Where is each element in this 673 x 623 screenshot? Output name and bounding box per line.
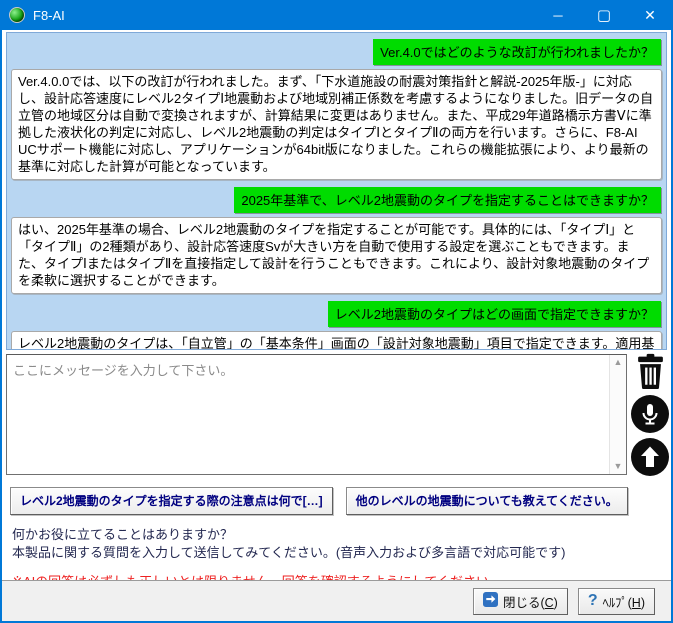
exit-arrow-icon [483,592,498,610]
help-text: 何かお役に立てることはありますか？ 本製品に関する質問を入力して送信してみてくだ… [12,526,667,562]
footer-bar: 閉じる(C) ? ﾍﾙﾌﾟ(H) [2,580,671,621]
close-icon: ✕ [644,8,656,22]
suggested-question-button-2[interactable]: 他のレベルの地震動についても教えてください。 [346,487,628,515]
maximize-button[interactable]: ▢ [581,0,627,30]
microphone-icon [631,395,669,438]
help-button[interactable]: ? ﾍﾙﾌﾟ(H) [578,588,655,615]
help-button-label: ﾍﾙﾌﾟ(H) [603,592,645,611]
voice-input-button[interactable] [631,397,669,435]
scroll-up-icon[interactable]: ▲ [614,358,623,367]
user-question-bubble: レベル2地震動のタイプはどの画面で指定できますか？ [328,301,661,327]
trash-icon [634,353,667,394]
app-icon [9,7,25,23]
arrow-up-icon [631,438,669,481]
user-question-bubble: 2025年基準で、レベル2地震動のタイプを指定することはできますか？ [234,187,661,213]
titlebar[interactable]: F8-AI ─ ▢ ✕ [0,0,673,30]
app-window: F8-AI ─ ▢ ✕ Ver.4.0ではどのような改訂が行われましたか？ Ve… [0,0,673,623]
ai-answer-box: レベル2地震動のタイプは、「自立管」の「基本条件」画面の「設計対象地震動」項目で… [11,331,662,350]
close-dialog-button[interactable]: 閉じる(C) [473,588,568,615]
message-input[interactable] [7,355,609,474]
suggested-question-button-1[interactable]: レベル2地震動のタイプを指定する際の注意点は何で[…] [10,487,333,515]
ai-answer-box: Ver.4.0.0では、以下の改訂が行われました。まず、「下水道施設の耐震対策指… [11,69,662,180]
help-line-2: 本製品に関する質問を入力して送信してみてください。(音声入力および多言語で対応可… [12,544,667,562]
window-title: F8-AI [33,8,65,23]
minimize-button[interactable]: ─ [535,0,581,30]
textarea-scrollbar[interactable]: ▲ ▼ [609,355,626,474]
send-message-button[interactable] [631,440,669,478]
close-window-button[interactable]: ✕ [627,0,673,30]
clear-messages-button[interactable] [631,354,669,392]
user-question-bubble: Ver.4.0ではどのような改訂が行われましたか？ [373,39,661,65]
ai-answer-box: はい、2025年基準の場合、レベル2地震動のタイプを指定することが可能です。具体… [11,217,662,294]
close-dialog-label: 閉じる(C) [503,592,558,611]
maximize-icon: ▢ [597,8,611,23]
message-input-container: ▲ ▼ [6,354,627,475]
chat-history: Ver.4.0ではどのような改訂が行われましたか？ Ver.4.0.0では、以下… [6,32,667,350]
help-line-1: 何かお役に立てることはありますか？ [12,526,667,544]
minimize-icon: ─ [553,9,562,22]
scroll-down-icon[interactable]: ▼ [614,462,623,471]
question-mark-icon: ? [588,592,598,610]
